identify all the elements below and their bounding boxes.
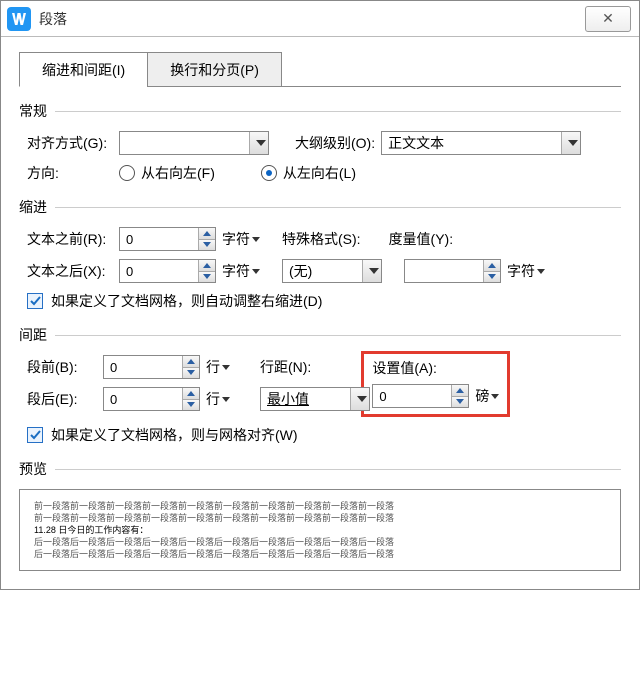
indent-before-label: 文本之前(R): (27, 229, 113, 249)
tabbar: 缩进和间距(I) 换行和分页(P) (19, 51, 621, 87)
unit-char-measure[interactable]: 字符 (507, 261, 545, 281)
checkbox-checked-icon (27, 293, 43, 309)
at-spinner[interactable] (372, 384, 469, 408)
step-up-icon[interactable] (183, 356, 199, 367)
step-down-icon[interactable] (452, 396, 468, 408)
linespacing-combobox[interactable]: 最小值 (260, 387, 370, 411)
window-title: 段落 (39, 9, 67, 29)
radio-icon (119, 165, 135, 181)
chevron-down-icon (362, 260, 381, 282)
spacing-grid-checkbox[interactable]: 如果定义了文档网格，则与网格对齐(W) (27, 425, 298, 445)
checkbox-checked-icon (27, 427, 43, 443)
outline-combobox[interactable]: 正文文本 (381, 131, 581, 155)
special-combobox[interactable]: (无) (282, 259, 382, 283)
unit-line-before[interactable]: 行 (206, 357, 230, 377)
at-highlight-box: 设置值(A): 磅 (361, 351, 510, 417)
at-input[interactable] (373, 385, 451, 407)
close-button[interactable]: ✕ (585, 6, 631, 32)
radio-icon (261, 165, 277, 181)
group-spacing: 间距 (19, 325, 621, 345)
step-down-icon[interactable] (199, 239, 215, 251)
indent-after-label: 文本之后(X): (27, 261, 113, 281)
group-indent: 缩进 (19, 197, 621, 217)
radio-rtl[interactable]: 从右向左(F) (119, 163, 215, 183)
preview-line: 前一段落前一段落前一段落前一段落前一段落前一段落前一段落前一段落前一段落前一段落 (34, 500, 606, 512)
chevron-down-icon (350, 388, 369, 410)
align-combobox[interactable] (119, 131, 269, 155)
step-up-icon[interactable] (484, 260, 500, 271)
indent-after-input[interactable] (120, 260, 198, 282)
preview-line: 后一段落后一段落后一段落后一段落后一段落后一段落后一段落后一段落后一段落后一段落 (34, 548, 606, 560)
indent-grid-checkbox[interactable]: 如果定义了文档网格，则自动调整右缩进(D) (27, 291, 322, 311)
unit-char-before[interactable]: 字符 (222, 229, 260, 249)
indent-before-input[interactable] (120, 228, 198, 250)
space-after-label: 段后(E): (27, 389, 97, 409)
space-before-label: 段前(B): (27, 357, 97, 377)
align-label: 对齐方式(G): (27, 133, 113, 153)
preview-line: 后一段落后一段落后一段落后一段落后一段落后一段落后一段落后一段落后一段落后一段落 (34, 536, 606, 548)
chevron-down-icon (561, 132, 580, 154)
special-label: 特殊格式(S): (282, 229, 361, 249)
at-label: 设置值(A): (372, 358, 499, 378)
tab-indent-spacing[interactable]: 缩进和间距(I) (19, 52, 148, 87)
outline-label: 大纲级别(O): (295, 133, 375, 153)
preview-line-current: 11.28 日今日的工作内容有： (34, 524, 606, 536)
titlebar-left: 段落 (7, 7, 67, 31)
chevron-down-icon (249, 132, 268, 154)
step-up-icon[interactable] (199, 260, 215, 271)
step-down-icon[interactable] (183, 367, 199, 379)
step-down-icon[interactable] (484, 271, 500, 283)
measure-spinner[interactable] (404, 259, 501, 283)
radio-ltr[interactable]: 从左向右(L) (261, 163, 356, 183)
step-up-icon[interactable] (452, 385, 468, 396)
measure-label: 度量值(Y): (389, 229, 454, 249)
step-up-icon[interactable] (199, 228, 215, 239)
titlebar: 段落 ✕ (1, 1, 639, 37)
group-preview: 预览 (19, 459, 621, 479)
space-before-spinner[interactable] (103, 355, 200, 379)
step-down-icon[interactable] (183, 399, 199, 411)
indent-before-spinner[interactable] (119, 227, 216, 251)
space-before-input[interactable] (104, 356, 182, 378)
step-down-icon[interactable] (199, 271, 215, 283)
preview-box: 前一段落前一段落前一段落前一段落前一段落前一段落前一段落前一段落前一段落前一段落… (19, 489, 621, 571)
indent-after-spinner[interactable] (119, 259, 216, 283)
measure-input[interactable] (405, 260, 483, 282)
unit-char-after[interactable]: 字符 (222, 261, 260, 281)
app-icon (7, 7, 31, 31)
tab-line-page-breaks[interactable]: 换行和分页(P) (147, 52, 282, 87)
preview-line: 前一段落前一段落前一段落前一段落前一段落前一段落前一段落前一段落前一段落前一段落 (34, 512, 606, 524)
unit-point-at[interactable]: 磅 (475, 386, 499, 406)
linespacing-label: 行距(N): (260, 357, 311, 377)
step-up-icon[interactable] (183, 388, 199, 399)
direction-label: 方向: (27, 163, 113, 183)
space-after-input[interactable] (104, 388, 182, 410)
paragraph-dialog: 段落 ✕ 缩进和间距(I) 换行和分页(P) 常规 对齐方式(G): 大纲级别(… (0, 0, 640, 590)
group-general: 常规 (19, 101, 621, 121)
space-after-spinner[interactable] (103, 387, 200, 411)
unit-line-after[interactable]: 行 (206, 389, 230, 409)
